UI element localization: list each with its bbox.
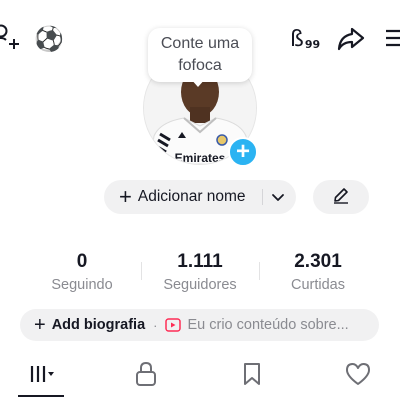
chevron-down-icon[interactable] — [269, 188, 287, 211]
edit-profile-button[interactable] — [313, 180, 369, 214]
note-bubble-tail — [190, 78, 206, 87]
tab-private[interactable] — [116, 360, 176, 392]
ai-badge-main: ß — [290, 27, 304, 52]
svg-text:Emirates: Emirates — [175, 151, 226, 164]
add-name-label: Adicionar nome — [137, 188, 246, 205]
stat-divider — [259, 262, 260, 280]
videos-grid-icon — [24, 362, 64, 391]
soccer-ball-icon[interactable]: ⚽ — [34, 25, 64, 53]
bio-suggestion: Eu crio conteúdo sobre... — [187, 317, 349, 333]
stat-divider — [141, 262, 142, 280]
active-tab-indicator — [18, 395, 64, 397]
stat-value: 0 — [76, 251, 88, 272]
stat-likes[interactable]: 2.301 Curtidas — [263, 250, 373, 295]
stat-value: 1.111 — [177, 251, 223, 272]
stat-following[interactable]: 0 Seguindo — [27, 250, 137, 295]
bookmark-icon — [241, 361, 263, 392]
plus-icon: + — [119, 184, 132, 209]
add-bio-button[interactable]: + Add biografia · Eu crio conteúdo sobre… — [20, 309, 379, 341]
separator-dot: · — [153, 317, 158, 333]
add-bio-label: Add biografia — [51, 317, 146, 333]
stat-followers[interactable]: 1.111 Seguidores — [145, 250, 255, 295]
lock-icon — [134, 361, 158, 392]
ai-badge-sub: 99 — [304, 38, 321, 51]
stat-value: 2.301 — [294, 251, 342, 272]
pill-divider — [262, 189, 263, 205]
tab-liked[interactable] — [328, 360, 388, 392]
tab-saved[interactable] — [222, 360, 282, 392]
note-bubble[interactable]: Conte uma fofoca — [148, 28, 252, 82]
add-avatar-button[interactable]: + — [228, 137, 258, 167]
add-friend-icon[interactable] — [0, 22, 20, 52]
ai-badge-icon[interactable]: ß 99 — [290, 24, 320, 52]
stat-label: Seguidores — [163, 277, 237, 293]
pencil-icon — [332, 186, 350, 209]
stat-label: Seguindo — [51, 277, 113, 293]
video-icon — [165, 318, 182, 332]
menu-icon[interactable] — [384, 26, 400, 50]
note-text: Conte uma fofoca — [160, 35, 240, 74]
add-name-button[interactable]: + Adicionar nome — [104, 180, 296, 214]
plus-icon: + — [34, 314, 46, 336]
share-icon[interactable] — [336, 25, 366, 53]
heart-icon — [344, 361, 372, 392]
tab-videos[interactable] — [14, 360, 74, 392]
stat-label: Curtidas — [291, 277, 345, 293]
